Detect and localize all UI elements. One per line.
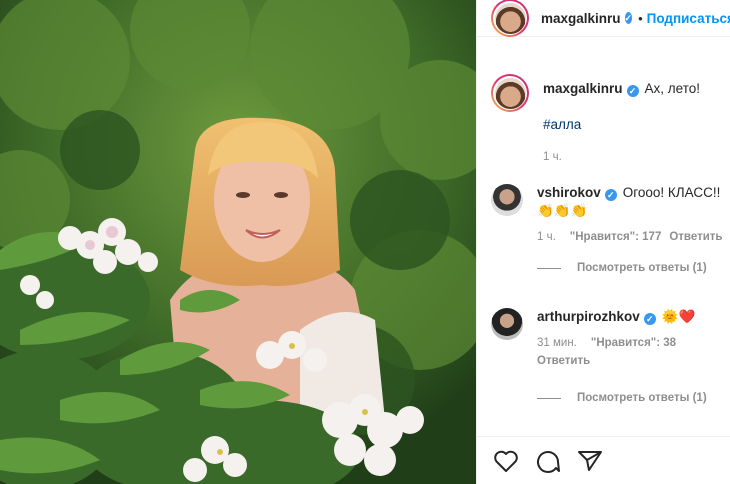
- post-photo[interactable]: [0, 0, 476, 484]
- comment-likes[interactable]: "Нравится": 38: [591, 337, 676, 349]
- comment: arthurpirozhkov ✓ 🌞❤️ 31 мин. "Нравится": 3…: [491, 308, 730, 404]
- comment-text: Огооо! КЛАСС!!: [622, 185, 721, 200]
- reply-button[interactable]: Ответить: [669, 231, 722, 243]
- comment-meta: 1 ч. "Нравится": 177 Ответить: [537, 228, 723, 246]
- reply-button[interactable]: Ответить: [537, 352, 695, 370]
- verified-badge: ✓: [643, 313, 656, 325]
- hashtag-link[interactable]: #алла: [543, 116, 700, 134]
- commenter-avatar[interactable]: [491, 184, 523, 216]
- verified-badge: ✓: [604, 189, 617, 201]
- share-icon[interactable]: [577, 449, 603, 473]
- comment-username[interactable]: arthurpirozhkov: [537, 309, 640, 324]
- comment-time[interactable]: 31 мин.: [537, 337, 577, 349]
- view-replies-button[interactable]: Посмотреть ответы (1): [537, 262, 730, 274]
- follow-button[interactable]: Подписаться: [647, 11, 730, 26]
- caption-time[interactable]: 1 ч.: [543, 148, 700, 166]
- comment-text: 🌞❤️: [661, 309, 696, 324]
- comment-emoji: 👏👏👏: [537, 203, 588, 218]
- comment-username[interactable]: vshirokov: [537, 185, 601, 200]
- commenter-avatar[interactable]: [491, 308, 523, 340]
- comment-meta: 31 мин. "Нравится": 38: [537, 334, 695, 352]
- view-replies-label: Посмотреть ответы (1): [577, 262, 707, 274]
- author-avatar[interactable]: [491, 74, 529, 112]
- verified-badge: ✓: [624, 12, 633, 24]
- post-sidebar: maxgalkinru ✓ • Подписаться maxgalkinru ✓…: [476, 0, 730, 484]
- divider-line: [537, 397, 561, 399]
- action-bar: [477, 436, 730, 484]
- comment-icon[interactable]: [535, 449, 561, 473]
- separator-dot: •: [638, 10, 643, 26]
- view-replies-button[interactable]: Посмотреть ответы (1): [537, 392, 730, 404]
- caption: maxgalkinru ✓ Ах, лето! #алла 1 ч.: [491, 74, 730, 166]
- comment-likes[interactable]: "Нравится": 177: [570, 231, 662, 243]
- comments-list[interactable]: maxgalkinru ✓ Ах, лето! #алла 1 ч. vshirok…: [477, 56, 730, 428]
- comment-time[interactable]: 1 ч.: [537, 231, 556, 243]
- caption-text: Ах, лето!: [644, 81, 701, 96]
- photo-illustration: [0, 0, 476, 484]
- post-header: maxgalkinru ✓ • Подписаться: [477, 0, 730, 37]
- heart-icon[interactable]: [493, 449, 519, 473]
- caption-username[interactable]: maxgalkinru: [543, 81, 623, 96]
- verified-badge: ✓: [626, 85, 639, 97]
- author-avatar[interactable]: [491, 0, 529, 37]
- view-replies-label: Посмотреть ответы (1): [577, 392, 707, 404]
- author-username[interactable]: maxgalkinru: [541, 11, 621, 26]
- divider-line: [537, 267, 561, 269]
- comment: vshirokov ✓ Огооо! КЛАСС!! 👏👏👏 1 ч. "Нравит…: [491, 184, 730, 274]
